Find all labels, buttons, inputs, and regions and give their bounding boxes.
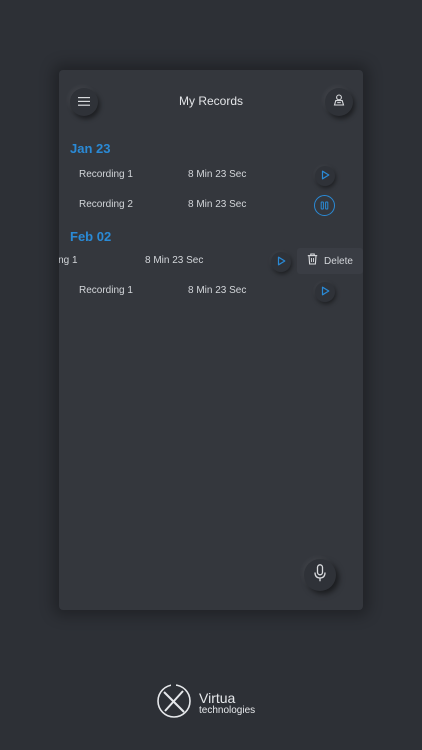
- brand-name: Virtua: [199, 689, 236, 706]
- pause-icon: [320, 197, 329, 215]
- app-header: My Records: [59, 70, 363, 134]
- recording-duration: 8 Min 23 Sec: [188, 169, 247, 180]
- microphone-icon: [314, 563, 326, 587]
- recording-duration: 8 Min 23 Sec: [188, 199, 247, 210]
- date-header-feb-02: Feb 02: [70, 229, 112, 244]
- recording-row[interactable]: Recording 1 8 Min 23 Sec: [59, 162, 363, 190]
- screen: My Records Jan 23 Recording 1 8 Min 23 S…: [0, 0, 422, 750]
- recording-name: Recording 2: [79, 199, 133, 210]
- record-button[interactable]: [304, 559, 336, 591]
- user-icon: [333, 93, 345, 111]
- profile-button[interactable]: [325, 88, 353, 116]
- date-header-jan-23: Jan 23: [70, 141, 111, 156]
- recording-row[interactable]: Recording 2 8 Min 23 Sec: [59, 192, 363, 220]
- play-button[interactable]: [315, 166, 335, 186]
- records-panel: My Records Jan 23 Recording 1 8 Min 23 S…: [59, 70, 363, 610]
- recording-name: Recording 1: [79, 285, 133, 296]
- page-title: My Records: [178, 94, 243, 108]
- recording-row[interactable]: Recording 1 8 Min 23 Sec: [59, 278, 363, 306]
- delete-button[interactable]: Delete: [297, 248, 363, 274]
- play-button[interactable]: [315, 282, 335, 302]
- recording-name: Recording 1: [79, 169, 133, 180]
- virtua-logo-icon: [155, 682, 193, 725]
- play-button[interactable]: [271, 252, 291, 272]
- brand-text: Virtua technologies: [199, 691, 255, 716]
- play-icon: [321, 167, 330, 185]
- brand-subtitle: technologies: [199, 704, 256, 716]
- play-icon: [277, 253, 286, 271]
- pause-button[interactable]: [314, 195, 335, 216]
- play-icon: [321, 283, 330, 301]
- brand-logo: Virtua technologies: [155, 683, 255, 723]
- delete-label: Delete: [324, 255, 353, 267]
- recording-duration: 8 Min 23 Sec: [145, 255, 204, 266]
- recording-name: rding 1: [59, 255, 78, 266]
- trash-icon: [307, 252, 318, 270]
- recording-duration: 8 Min 23 Sec: [188, 285, 247, 296]
